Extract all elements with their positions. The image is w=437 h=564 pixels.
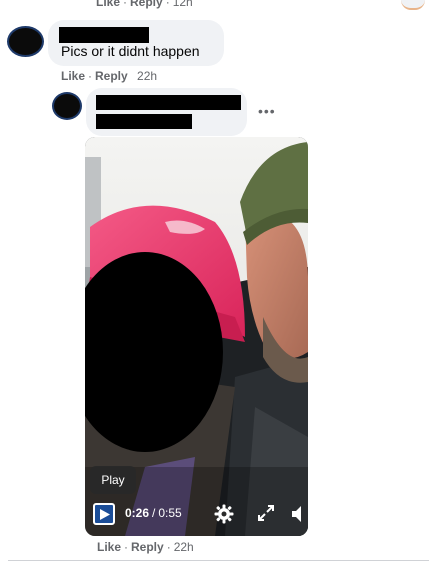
redacted-author-name xyxy=(59,27,149,43)
gear-icon[interactable] xyxy=(214,504,234,524)
fullscreen-icon[interactable] xyxy=(257,504,275,522)
divider xyxy=(8,560,429,561)
separator-dot: · xyxy=(166,540,171,554)
separator-dot: · xyxy=(123,0,128,9)
reply-actions: Like · Reply · 22h xyxy=(97,540,194,554)
video-controls: 0:26/0:55 xyxy=(85,496,308,536)
comment-timestamp: 12h xyxy=(172,0,193,9)
redacted-comment-text xyxy=(96,114,192,129)
like-link[interactable]: Like xyxy=(97,540,121,554)
avatar[interactable] xyxy=(7,26,44,57)
reaction-icon xyxy=(401,0,425,10)
reply-link[interactable]: Reply xyxy=(95,69,128,83)
play-icon xyxy=(100,509,110,520)
avatar[interactable] xyxy=(52,92,82,120)
separator-dot: · xyxy=(165,0,170,9)
like-link[interactable]: Like xyxy=(61,69,85,83)
previous-comment-actions: Like · Reply · 12h xyxy=(96,0,193,9)
current-time: 0:26 xyxy=(125,506,150,520)
redacted-author-name xyxy=(96,95,241,110)
separator-dot xyxy=(131,69,134,83)
duration: 0:55 xyxy=(158,506,182,520)
volume-icon[interactable] xyxy=(290,504,308,524)
time-separator: / xyxy=(152,506,156,520)
reply-link[interactable]: Reply xyxy=(130,0,163,9)
comment-timestamp: 22h xyxy=(137,69,158,83)
video-time: 0:26/0:55 xyxy=(125,506,182,520)
comment-timestamp: 22h xyxy=(173,540,194,554)
comment-text: Pics or it didnt happen xyxy=(61,43,200,59)
comment-actions: Like · Reply 22h xyxy=(61,69,157,83)
play-button[interactable] xyxy=(93,503,115,525)
like-link[interactable]: Like xyxy=(96,0,120,9)
separator-dot: · xyxy=(88,69,93,83)
more-options-button[interactable]: ••• xyxy=(258,104,276,118)
separator-dot: · xyxy=(124,540,129,554)
reply-link[interactable]: Reply xyxy=(131,540,164,554)
play-tooltip: Play xyxy=(90,466,136,494)
